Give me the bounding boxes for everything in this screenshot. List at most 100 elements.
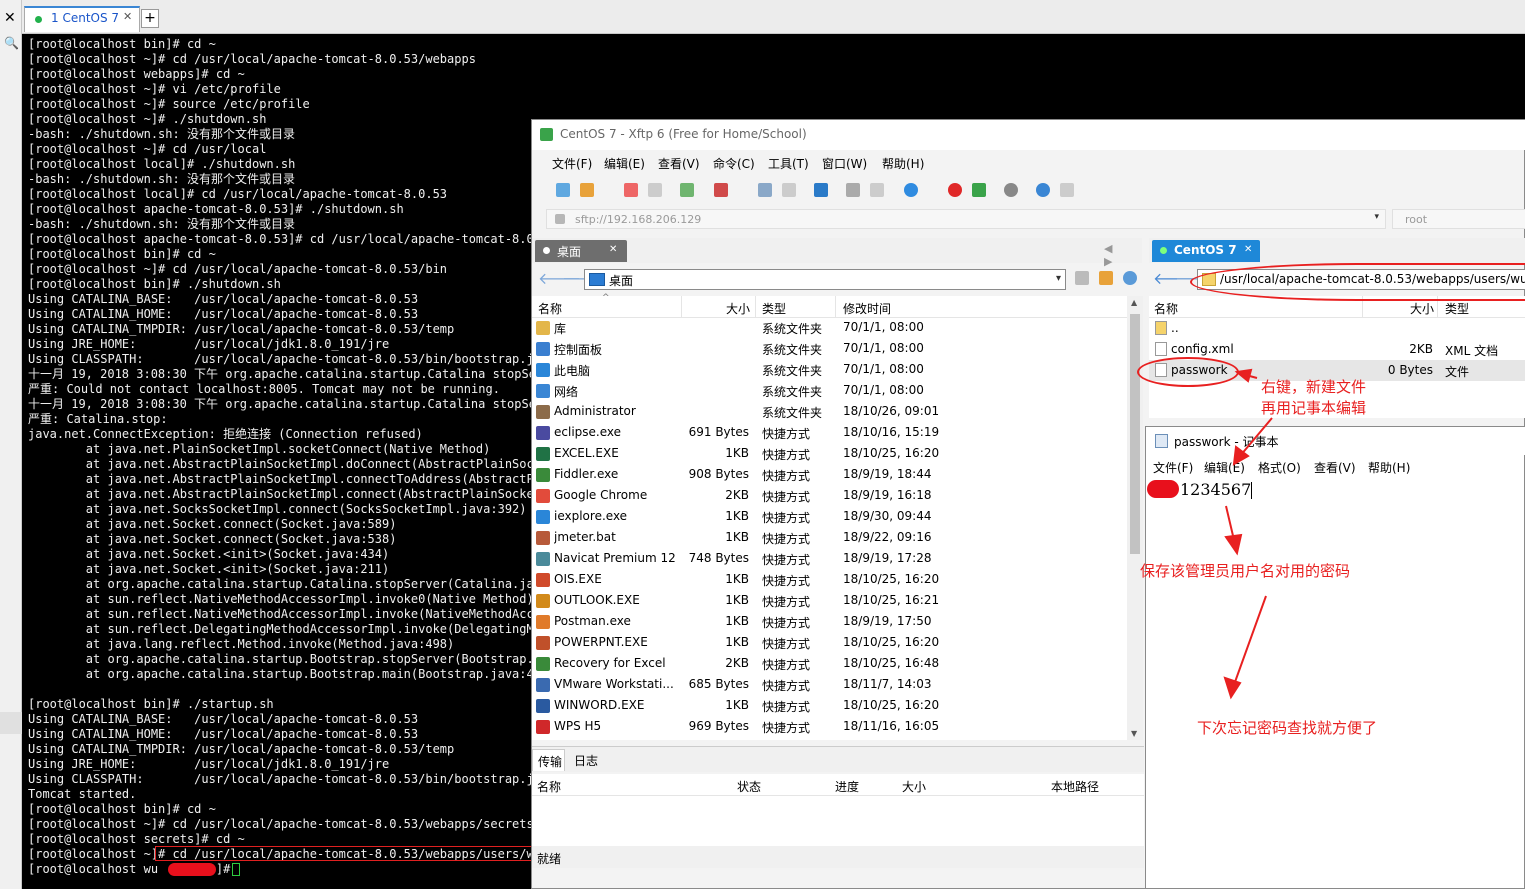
- col-size-header[interactable]: 大小: [902, 778, 926, 795]
- gear-icon[interactable]: [1004, 183, 1018, 197]
- file-modified: 18/9/19, 17:50: [843, 614, 932, 628]
- file-name: config.xml: [1171, 342, 1234, 356]
- xftp-icon[interactable]: [972, 183, 986, 197]
- close-tab-icon[interactable]: ✕: [123, 10, 132, 23]
- close-tab-icon[interactable]: ✕: [1244, 244, 1252, 255]
- col-size-header[interactable]: 大小: [726, 300, 750, 317]
- transfer-icon[interactable]: [714, 183, 728, 197]
- list-item[interactable]: Navicat Premium 12 748 Bytes 快捷方式 18/9/19, …: [532, 549, 1127, 570]
- tab-scroll-arrows[interactable]: ◀ ▶: [1104, 242, 1142, 268]
- menu-file[interactable]: 文件(F): [552, 155, 592, 172]
- download-icon[interactable]: [758, 183, 772, 197]
- terminal-line: Using CATALINA_TMPDIR: /usr/local/apache…: [28, 322, 455, 336]
- annotation-note2: 保存该管理员用户名对用的密码: [1140, 562, 1351, 580]
- col-type-header[interactable]: 类型: [1445, 300, 1469, 317]
- help-icon[interactable]: [1036, 183, 1050, 197]
- list-item[interactable]: 控制面板 系统文件夹 70/1/1, 08:00: [532, 339, 1127, 360]
- list-item[interactable]: WINWORD.EXE 1KB 快捷方式 18/10/25, 16:20: [532, 696, 1127, 717]
- close-icon[interactable]: ✕: [4, 10, 16, 26]
- list-item[interactable]: 此电脑 系统文件夹 70/1/1, 08:00: [532, 360, 1127, 381]
- list-item[interactable]: 库 系统文件夹 70/1/1, 08:00: [532, 318, 1127, 339]
- list-item[interactable]: OUTLOOK.EXE 1KB 快捷方式 18/10/25, 16:21: [532, 591, 1127, 612]
- scroll-thumb[interactable]: [1130, 314, 1140, 554]
- menu-help[interactable]: 帮助(H): [882, 155, 924, 172]
- menu-help[interactable]: 帮助(H): [1368, 459, 1410, 476]
- search-icon[interactable]: 🔍: [4, 36, 19, 50]
- chevron-down-icon[interactable]: ▾: [1056, 273, 1061, 284]
- status-text: 就绪: [537, 852, 562, 866]
- col-name-header[interactable]: 名称: [1154, 300, 1178, 317]
- list-item[interactable]: eclipse.exe 691 Bytes 快捷方式 18/10/16, 15:19: [532, 423, 1127, 444]
- list-item[interactable]: VMware Workstati... 685 Bytes 快捷方式 18/11/7,…: [532, 675, 1127, 696]
- tab-log[interactable]: 日志: [574, 752, 598, 769]
- file-name: Postman.exe: [554, 614, 631, 628]
- menu-tools[interactable]: 工具(T): [768, 155, 809, 172]
- list-item[interactable]: jmeter.bat 1KB 快捷方式 18/9/22, 09:16: [532, 528, 1127, 549]
- open-folder-icon[interactable]: [580, 183, 594, 197]
- chat-icon[interactable]: [1060, 183, 1074, 197]
- local-scrollbar[interactable]: ▲ ▼: [1127, 296, 1143, 740]
- col-progress-header[interactable]: 进度: [835, 778, 859, 795]
- list-item[interactable]: OIS.EXE 1KB 快捷方式 18/10/25, 16:20: [532, 570, 1127, 591]
- col-local-path-header[interactable]: 本地路径: [1051, 778, 1099, 795]
- xshell-icon[interactable]: [948, 183, 962, 197]
- copy-icon[interactable]: [846, 183, 860, 197]
- list-item[interactable]: Fiddler.exe 908 Bytes 快捷方式 18/9/19, 18:44: [532, 465, 1127, 486]
- upload-icon[interactable]: [782, 183, 796, 197]
- list-item[interactable]: Google Chrome 2KB 快捷方式 18/9/19, 16:18: [532, 486, 1127, 507]
- list-item[interactable]: iexplore.exe 1KB 快捷方式 18/9/30, 09:44: [532, 507, 1127, 528]
- file-size: 1KB: [725, 635, 749, 649]
- col-name-header[interactable]: 名称: [537, 778, 561, 795]
- list-item[interactable]: WPS H5 969 Bytes 快捷方式 18/11/16, 16:05: [532, 717, 1127, 738]
- file-icon: [536, 447, 550, 461]
- col-name-header[interactable]: 名称: [538, 300, 562, 317]
- list-item[interactable]: Recovery for Excel 2KB 快捷方式 18/10/25, 16:48: [532, 654, 1127, 675]
- file-type: 系统文件夹: [762, 322, 823, 336]
- col-status-header[interactable]: 状态: [737, 778, 761, 795]
- parent-folder-icon[interactable]: [1099, 271, 1113, 285]
- tab-local-desktop[interactable]: 桌面 ✕: [535, 240, 627, 262]
- list-item[interactable]: ..: [1149, 318, 1525, 339]
- reconnect-icon[interactable]: [624, 183, 638, 197]
- bookmark-icon[interactable]: [1075, 271, 1089, 285]
- list-item[interactable]: Postman.exe 1KB 快捷方式 18/9/19, 17:50: [532, 612, 1127, 633]
- address-bar[interactable]: sftp://192.168.206.129 ▾: [546, 209, 1386, 229]
- tab-remote-centos7[interactable]: CentOS 7 ✕: [1152, 240, 1260, 262]
- list-item[interactable]: EXCEL.EXE 1KB 快捷方式 18/10/25, 16:20: [532, 444, 1127, 465]
- menu-edit[interactable]: 编辑(E): [1204, 459, 1245, 476]
- sync-icon[interactable]: [814, 183, 828, 197]
- menu-format[interactable]: 格式(O): [1258, 459, 1301, 476]
- col-size-header[interactable]: 大小: [1410, 300, 1434, 317]
- scroll-down-icon[interactable]: ▼: [1131, 729, 1137, 738]
- add-tab-button[interactable]: +: [141, 9, 159, 28]
- menu-edit[interactable]: 编辑(E): [604, 155, 645, 172]
- menu-command[interactable]: 命令(C): [713, 155, 755, 172]
- col-modified-header[interactable]: 修改时间: [843, 300, 891, 317]
- session-tab-centos7[interactable]: 1 CentOS 7 ✕: [24, 6, 140, 32]
- close-tab-icon[interactable]: ✕: [609, 244, 617, 255]
- paste-icon[interactable]: [870, 183, 884, 197]
- scroll-up-icon[interactable]: ▲: [1131, 298, 1137, 307]
- list-item[interactable]: 网络 系统文件夹 70/1/1, 08:00: [532, 381, 1127, 402]
- file-size: 748 Bytes: [688, 551, 749, 565]
- menu-window[interactable]: 窗口(W): [822, 155, 867, 172]
- col-type-header[interactable]: 类型: [762, 300, 786, 317]
- tab-transfer[interactable]: 传输: [532, 749, 565, 771]
- username-field[interactable]: root: [1392, 209, 1525, 229]
- notepad-text-area[interactable]: 1234567: [1180, 480, 1253, 499]
- new-session-icon[interactable]: [556, 183, 570, 197]
- menu-file[interactable]: 文件(F): [1153, 459, 1193, 476]
- menu-view[interactable]: 查看(V): [1314, 459, 1356, 476]
- globe-icon[interactable]: [904, 183, 918, 197]
- chevron-down-icon[interactable]: ▾: [1374, 212, 1379, 222]
- terminal-line: [root@localhost secrets]# cd ~: [28, 832, 245, 846]
- local-path-input[interactable]: 桌面 ▾: [584, 269, 1066, 290]
- disconnect-icon[interactable]: [648, 183, 662, 197]
- desktop-folder-icon: [589, 273, 605, 286]
- new-tab-icon[interactable]: [680, 183, 694, 197]
- list-item[interactable]: POWERPNT.EXE 1KB 快捷方式 18/10/25, 16:20: [532, 633, 1127, 654]
- list-item[interactable]: Administrator 系统文件夹 18/10/26, 09:01: [532, 402, 1127, 423]
- menu-view[interactable]: 查看(V): [658, 155, 700, 172]
- refresh-icon[interactable]: [1123, 271, 1137, 285]
- list-item[interactable]: config.xml 2KB XML 文档: [1149, 339, 1525, 360]
